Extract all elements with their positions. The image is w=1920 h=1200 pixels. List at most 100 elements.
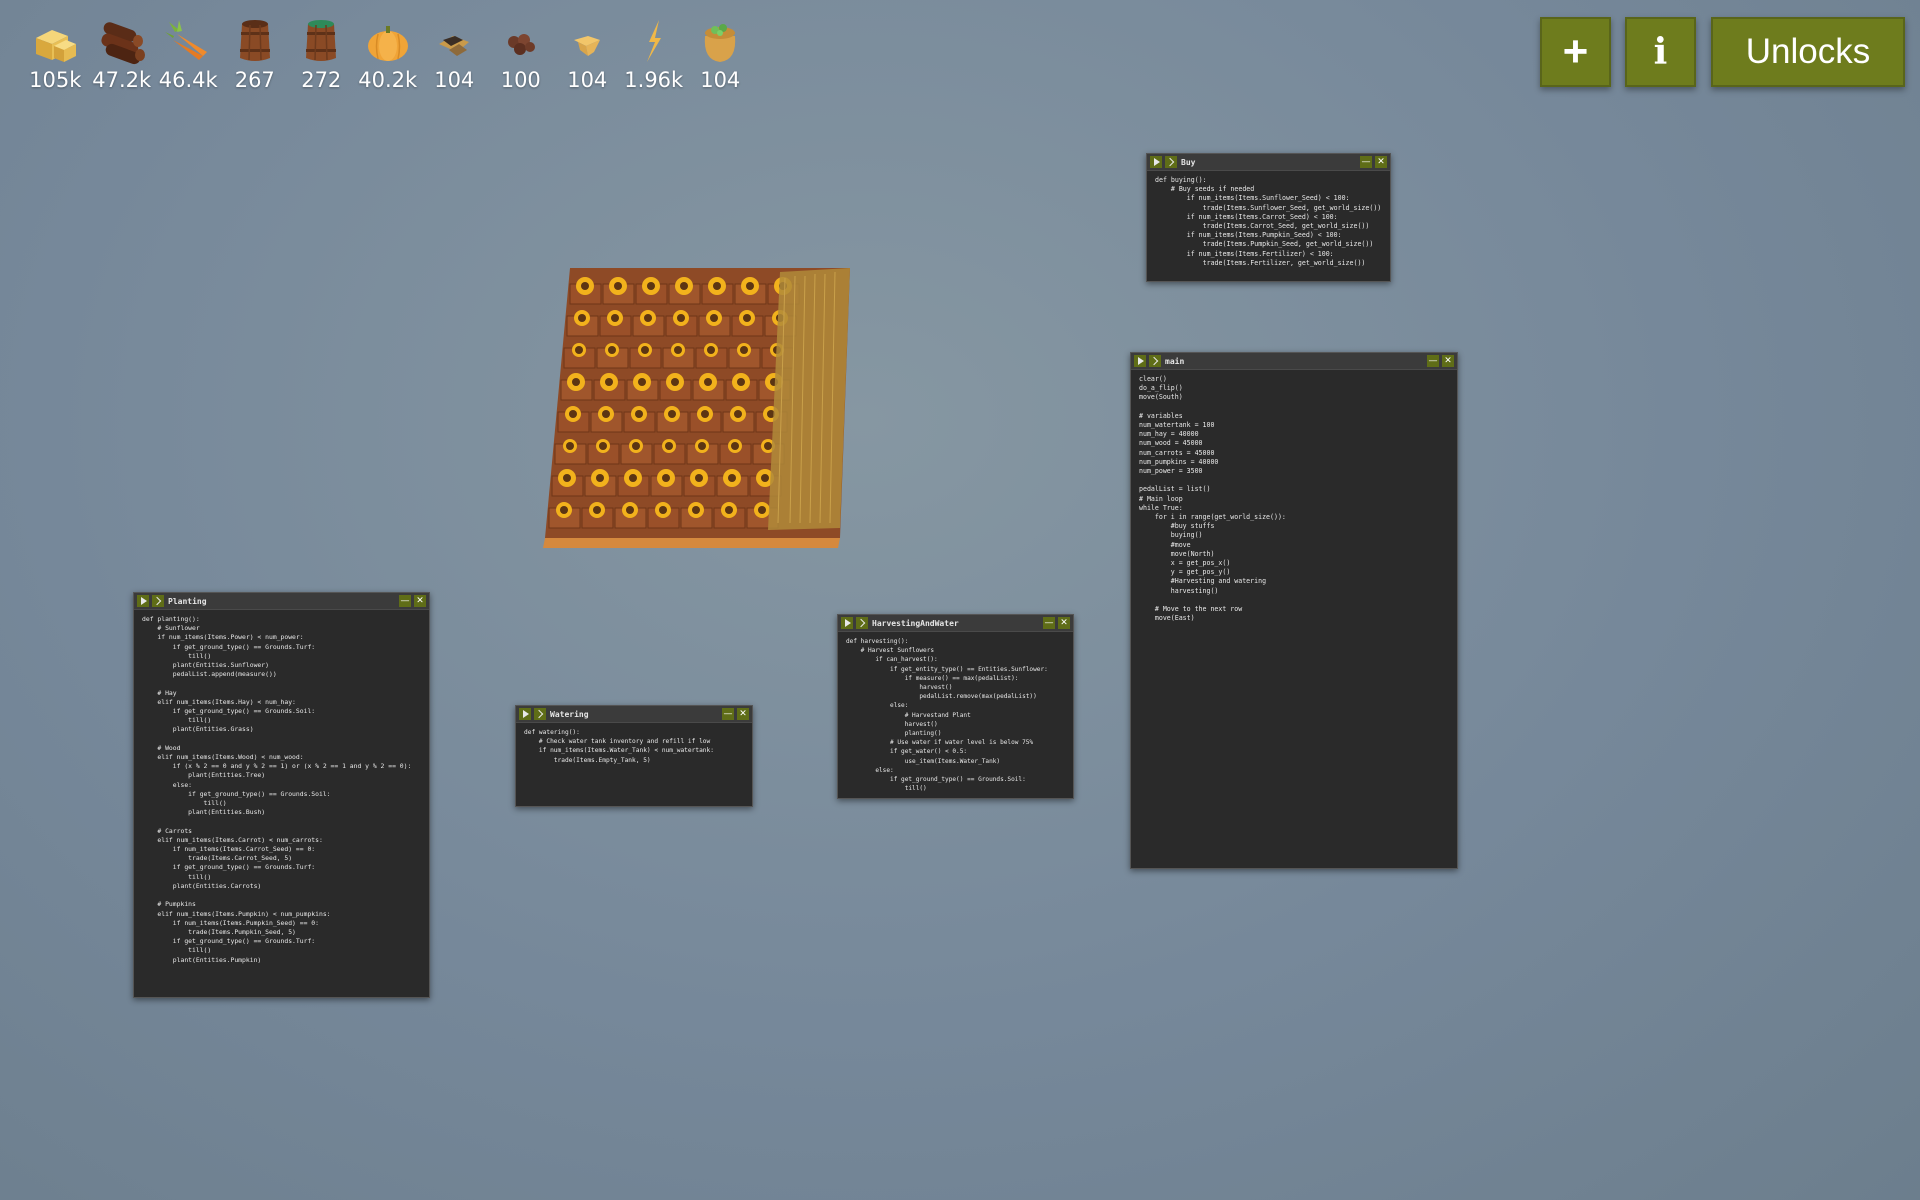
window-title: Buy: [1181, 157, 1196, 167]
sunflower-center: [629, 474, 637, 482]
sunflower-center: [701, 410, 709, 418]
window-titlebar[interactable]: Watering — ✕: [516, 706, 752, 723]
window-title: Planting: [168, 596, 207, 606]
code-editor[interactable]: def planting(): # Sunflower if num_items…: [134, 610, 429, 965]
window-titlebar[interactable]: Buy — ✕: [1147, 154, 1390, 171]
code-window-buy[interactable]: Buy — ✕ def buying(): # Buy seeds if nee…: [1146, 153, 1391, 282]
sunflower-center: [626, 506, 634, 514]
farm-field-drawing: [543, 268, 850, 548]
minimize-icon[interactable]: —: [1427, 355, 1439, 367]
sunflower-center: [572, 378, 580, 386]
resource-power: 1.96k: [621, 16, 688, 92]
sunflower-center: [737, 378, 745, 386]
window-titlebar[interactable]: HarvestingAndWater — ✕: [838, 615, 1073, 632]
sunflower-center: [740, 346, 748, 354]
resource-cactus: 104: [421, 16, 488, 92]
code-editor[interactable]: def buying(): # Buy seeds if needed if n…: [1147, 171, 1390, 268]
window-title: main: [1165, 356, 1185, 366]
window-title: HarvestingAndWater: [872, 618, 959, 628]
sunflower-center: [731, 442, 739, 450]
sunflower-center: [593, 506, 601, 514]
close-icon[interactable]: ✕: [737, 708, 749, 720]
sunflower-center: [605, 378, 613, 386]
code-window-planting[interactable]: Planting — ✕ def planting(): # Sunflower…: [133, 592, 430, 998]
close-icon[interactable]: ✕: [1442, 355, 1454, 367]
sunflower-center: [608, 346, 616, 354]
sunflower-center: [560, 506, 568, 514]
sunflower-center: [698, 442, 706, 450]
sunflower-center: [758, 506, 766, 514]
resource-count: 267: [234, 68, 275, 92]
sunflower-center: [659, 506, 667, 514]
sunflower-center: [746, 282, 754, 290]
sunflower-center: [734, 410, 742, 418]
resource-water-tank: 272: [288, 16, 355, 92]
close-icon[interactable]: ✕: [1375, 156, 1387, 168]
resource-count: 47.2k: [92, 68, 152, 92]
sunflower-center: [578, 314, 586, 322]
sunflower-center: [614, 282, 622, 290]
window-titlebar[interactable]: main — ✕: [1131, 353, 1457, 370]
hay-bale-icon: [30, 16, 80, 66]
code-window-watering[interactable]: Watering — ✕ def watering(): # Check wat…: [515, 705, 753, 807]
run-icon[interactable]: [1150, 156, 1162, 168]
minimize-icon[interactable]: —: [722, 708, 734, 720]
resource-pumpkin: 40.2k: [355, 16, 422, 92]
window-titlebar[interactable]: Planting — ✕: [134, 593, 429, 610]
minimize-icon[interactable]: —: [399, 595, 411, 607]
resource-count: 104: [434, 68, 475, 92]
resource-count: 105k: [29, 68, 82, 92]
run-icon[interactable]: [519, 708, 531, 720]
power-icon: [629, 16, 679, 66]
sunflower-center: [641, 346, 649, 354]
step-icon[interactable]: [1149, 355, 1161, 367]
close-icon[interactable]: ✕: [414, 595, 426, 607]
sunflower-center: [671, 378, 679, 386]
resource-carrots: 46.4k: [155, 16, 222, 92]
code-window-main[interactable]: main — ✕ clear() do_a_flip() move(South)…: [1130, 352, 1458, 869]
code-window-harvesting[interactable]: HarvestingAndWater — ✕ def harvesting():…: [837, 614, 1074, 799]
add-window-button[interactable]: +: [1540, 17, 1611, 87]
sunflower-center: [674, 346, 682, 354]
gold-sack-icon: [695, 16, 745, 66]
step-icon[interactable]: [1165, 156, 1177, 168]
sunflower-center: [581, 282, 589, 290]
sunflower-center: [692, 506, 700, 514]
code-editor[interactable]: def harvesting(): # Harvest Sunflowers i…: [838, 632, 1073, 793]
sunflower-center: [575, 346, 583, 354]
sunflower-center: [635, 410, 643, 418]
sunflower-center: [566, 442, 574, 450]
resource-count: 100: [500, 68, 541, 92]
unlocks-button[interactable]: Unlocks: [1711, 17, 1905, 87]
run-icon[interactable]: [137, 595, 149, 607]
minimize-icon[interactable]: —: [1360, 156, 1372, 168]
resource-count: 46.4k: [158, 68, 218, 92]
cactus-seed-icon: [429, 16, 479, 66]
sunflower-center: [647, 282, 655, 290]
sunflower-center: [599, 442, 607, 450]
resource-weird-substance: 104: [554, 16, 621, 92]
step-icon[interactable]: [856, 617, 868, 629]
run-icon[interactable]: [1134, 355, 1146, 367]
step-icon[interactable]: [152, 595, 164, 607]
resource-count: 272: [301, 68, 342, 92]
info-button[interactable]: i: [1625, 17, 1696, 87]
resource-count: 40.2k: [358, 68, 418, 92]
close-icon[interactable]: ✕: [1058, 617, 1070, 629]
step-icon[interactable]: [534, 708, 546, 720]
sunflower-center: [761, 474, 769, 482]
pumpkin-icon: [363, 16, 413, 66]
code-editor[interactable]: clear() do_a_flip() move(South) # variab…: [1131, 370, 1457, 623]
sunflower-center: [638, 378, 646, 386]
minimize-icon[interactable]: —: [1043, 617, 1055, 629]
run-icon[interactable]: [841, 617, 853, 629]
sunflower-center: [725, 506, 733, 514]
sunflower-center: [704, 378, 712, 386]
code-editor[interactable]: def watering(): # Check water tank inven…: [516, 723, 752, 765]
sunflower-center: [710, 314, 718, 322]
resource-gold: 104: [687, 16, 754, 92]
sunflower-center: [563, 474, 571, 482]
resource-hay: 105k: [22, 16, 89, 92]
sunflower-center: [668, 410, 676, 418]
sunflower-center: [680, 282, 688, 290]
